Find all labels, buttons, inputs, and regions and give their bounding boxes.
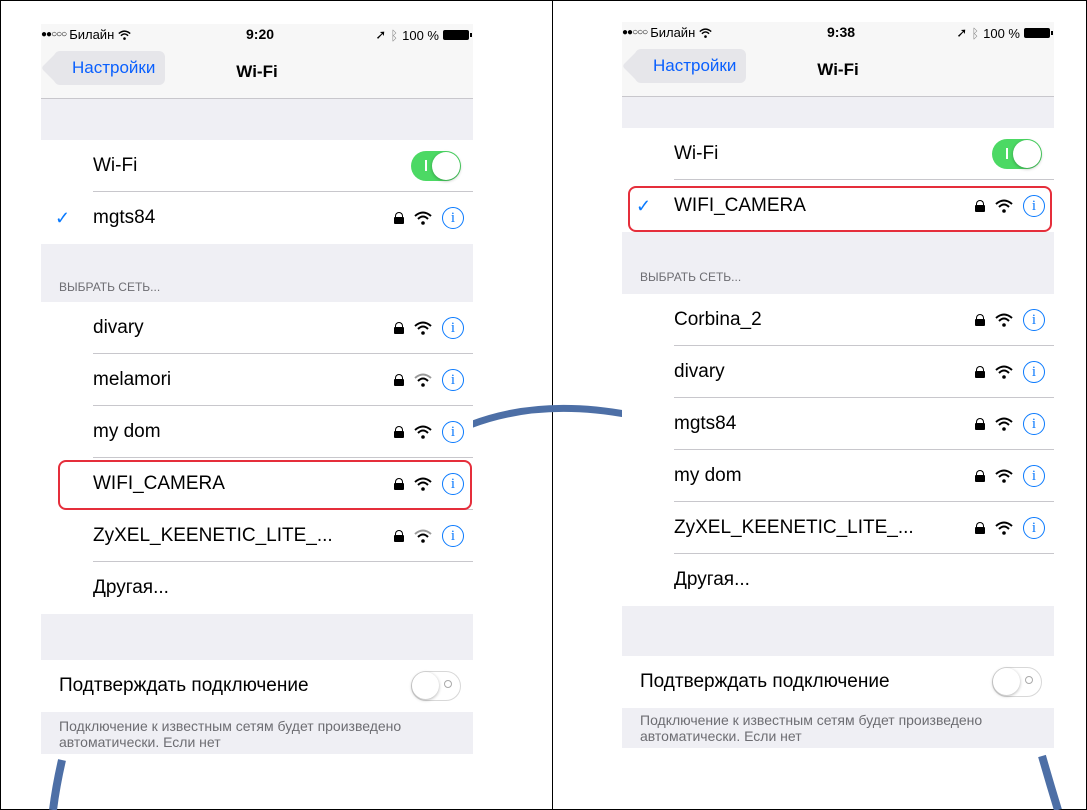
lock-icon [975,314,985,326]
other-network-row[interactable]: Другая... [41,562,473,614]
wifi-signal-icon [995,469,1013,483]
wifi-toggle-row: Wi-Fi [41,140,473,192]
wifi-toggle-row: Wi-Fi [622,128,1054,180]
ask-to-join-label: Подтверждать подключение [640,671,890,692]
footer-note: Подключение к известным сетям будет прои… [59,718,402,750]
highlight-box [628,186,1052,232]
wifi-signal-icon [414,425,432,439]
wifi-label: Wi-Fi [674,143,719,164]
wifi-signal-icon [995,521,1013,535]
page-title: Wi-Fi [236,62,278,81]
wifi-signal-icon [995,313,1013,327]
checkmark-icon: ✓ [55,207,71,228]
battery-icon [1024,28,1053,38]
battery-percent: 100 % [983,25,1020,41]
lock-icon [394,212,404,224]
battery-percent: 100 % [402,27,439,43]
lock-icon [975,418,985,430]
info-icon[interactable]: i [442,421,464,443]
nav-bar: Настройки Wi-Fi [41,42,473,99]
network-row[interactable]: my dom i [622,450,1054,502]
network-row[interactable]: melamori i [41,354,473,406]
network-row[interactable]: divary i [622,346,1054,398]
info-icon[interactable]: i [442,369,464,391]
lock-icon [975,522,985,534]
connected-network-row[interactable]: ✓ mgts84 i [41,192,473,244]
lock-icon [394,530,404,542]
other-network-label: Другая... [93,577,169,598]
lock-icon [975,366,985,378]
right-screenshot: ●●○○○ Билайн 9:38 ➚ ᛒ 100 % Настройки Wi-Fi… [622,22,1054,748]
bluetooth-icon: ᛒ [390,27,399,43]
info-icon[interactable]: i [1023,361,1045,383]
status-bar: ●●○○○ Билайн 9:38 ➚ ᛒ 100 % [622,22,1054,41]
network-name: divary [93,317,144,338]
network-name: ZyXEL_KEENETIC_LITE_... [674,517,914,538]
network-name: my dom [93,421,161,442]
lock-icon [394,426,404,438]
info-icon[interactable]: i [442,207,464,229]
wifi-signal-icon [995,417,1013,431]
network-name: mgts84 [93,207,156,228]
info-icon[interactable]: i [1023,309,1045,331]
network-row[interactable]: my dom i [41,406,473,458]
carrier-name: Билайн [69,27,115,42]
wifi-signal-icon [414,529,432,543]
status-time: 9:38 [827,24,856,40]
left-screenshot: ●●○○○ Билайн 9:20 ➚ ᛒ 100 % Настройки Wi-Fi… [41,24,473,754]
wifi-status-icon [118,29,131,40]
wifi-signal-icon [995,365,1013,379]
ask-to-join-row: Подтверждать подключение [622,656,1054,708]
location-arrow-icon: ➚ [956,25,968,40]
location-arrow-icon: ➚ [375,27,387,42]
wifi-toggle[interactable] [411,151,461,181]
highlight-box [58,460,472,510]
carrier-name: Билайн [650,25,696,40]
status-time: 9:20 [246,26,275,42]
lock-icon [975,470,985,482]
ask-to-join-toggle[interactable] [992,667,1042,697]
choose-network-header: ВЫБРАТЬ СЕТЬ... [59,280,161,294]
other-network-label: Другая... [674,569,750,590]
network-row[interactable]: Corbina_2 i [622,294,1054,346]
network-name: Corbina_2 [674,309,762,330]
choose-network-header: ВЫБРАТЬ СЕТЬ... [640,270,742,284]
ask-to-join-label: Подтверждать подключение [59,675,309,696]
footer-note: Подключение к известным сетям будет прои… [640,712,983,744]
wifi-signal-icon [414,211,432,225]
network-row[interactable]: ZyXEL_KEENETIC_LITE_... i [622,502,1054,554]
ask-to-join-row: Подтверждать подключение [41,660,473,712]
wifi-label: Wi-Fi [93,155,138,176]
network-name: ZyXEL_KEENETIC_LITE_... [93,525,333,546]
info-icon[interactable]: i [1023,465,1045,487]
network-row[interactable]: divary i [41,302,473,354]
panel-divider [552,0,553,810]
info-icon[interactable]: i [1023,413,1045,435]
wifi-signal-icon [414,321,432,335]
network-row[interactable]: ZyXEL_KEENETIC_LITE_... i [41,510,473,562]
bluetooth-icon: ᛒ [971,25,980,41]
network-name: melamori [93,369,172,390]
battery-icon [443,30,472,40]
network-row[interactable]: mgts84 i [622,398,1054,450]
lock-icon [394,322,404,334]
wifi-signal-icon [414,373,432,387]
status-bar: ●●○○○ Билайн 9:20 ➚ ᛒ 100 % [41,24,473,43]
lock-icon [394,374,404,386]
signal-dots-icon: ●●○○○ [41,29,67,40]
signal-dots-icon: ●●○○○ [622,27,648,38]
info-icon[interactable]: i [1023,517,1045,539]
wifi-toggle[interactable] [992,139,1042,169]
info-icon[interactable]: i [442,525,464,547]
wifi-status-icon [699,27,712,38]
network-name: mgts84 [674,413,737,434]
other-network-row[interactable]: Другая... [622,554,1054,606]
nav-bar: Настройки Wi-Fi [622,40,1054,97]
network-name: divary [674,361,725,382]
page-title: Wi-Fi [817,60,859,79]
network-name: my dom [674,465,742,486]
ask-to-join-toggle[interactable] [411,671,461,701]
info-icon[interactable]: i [442,317,464,339]
